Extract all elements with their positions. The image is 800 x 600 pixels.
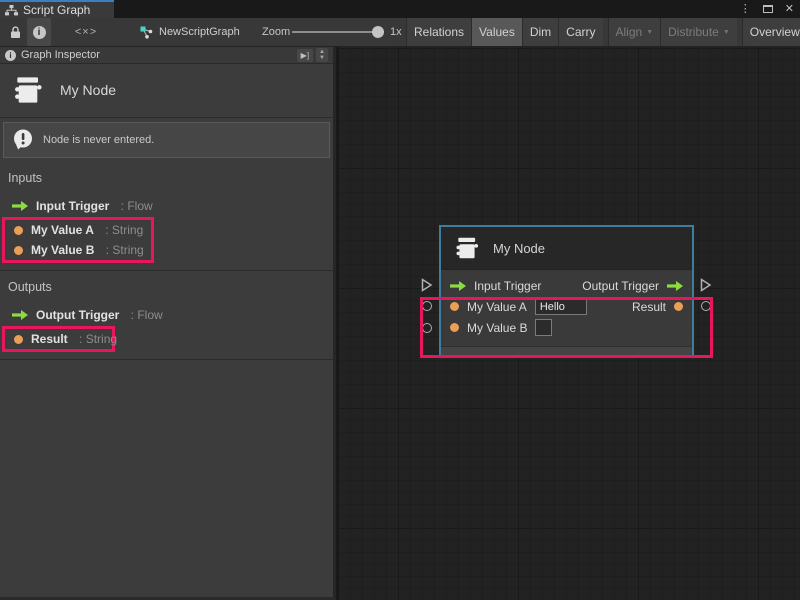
- lock-button[interactable]: [6, 18, 24, 46]
- value-port-icon: [450, 323, 459, 332]
- scroll-spinner[interactable]: ▲ ▼: [316, 48, 328, 62]
- graph-asset-breadcrumb[interactable]: NewScriptGraph: [140, 18, 240, 46]
- value-b-port[interactable]: [422, 323, 432, 333]
- dock-panel-icon[interactable]: ▶]: [297, 49, 313, 62]
- my-node[interactable]: My Node Input Trigger Output Trigger: [439, 225, 694, 357]
- graph-asset-name: NewScriptGraph: [159, 26, 240, 38]
- input-trigger-label: Input Trigger: [474, 279, 541, 293]
- port-row-input-trigger: Input Trigger : Flow: [0, 196, 333, 216]
- info-toggle-button[interactable]: i: [27, 18, 51, 46]
- graph-canvas[interactable]: My Node Input Trigger Output Trigger: [339, 47, 800, 600]
- value-port-icon: [14, 246, 23, 255]
- tab-label: Script Graph: [23, 3, 90, 17]
- chevron-down-icon: ▼: [723, 29, 730, 36]
- info-icon: i: [5, 50, 16, 61]
- node-body: Input Trigger Output Trigger My Value A …: [441, 270, 692, 346]
- window-controls: ⋮ ✕: [740, 0, 794, 18]
- warning-banner: Node is never entered.: [3, 122, 330, 158]
- zoom-slider-handle[interactable]: [372, 26, 384, 38]
- inputs-heading: Inputs: [0, 162, 333, 188]
- toggle-dim[interactable]: Dim: [522, 18, 558, 46]
- graph-inspector-panel: i Graph Inspector ▶] ▲ ▼ My Node: [0, 47, 336, 600]
- value-a-label: My Value A: [467, 300, 527, 314]
- spinner-down-icon[interactable]: ▼: [319, 55, 325, 61]
- script-graph-window: Script Graph ⋮ ✕ i <×>: [0, 0, 800, 600]
- output-flow-port[interactable]: [700, 278, 712, 292]
- graph-hierarchy-icon: [5, 5, 18, 16]
- dropdown-distribute: Distribute ▼: [660, 18, 737, 46]
- kebab-menu-icon[interactable]: ⋮: [740, 4, 751, 15]
- result-port[interactable]: [701, 301, 711, 311]
- divider: [0, 359, 333, 360]
- flow-arrow-icon: [12, 201, 28, 211]
- value-b-input[interactable]: [535, 319, 552, 336]
- output-trigger-label: Output Trigger: [582, 279, 659, 293]
- tab-bar: Script Graph ⋮ ✕: [0, 0, 800, 18]
- port-row-my-value-b: My Value B : String: [5, 240, 151, 260]
- toolbar: i <×> NewScriptGraph Zoom 1x Relations V…: [0, 18, 800, 47]
- dropdown-align: Align ▼: [608, 18, 661, 46]
- zoom-label: Zoom: [262, 18, 290, 46]
- value-a-input[interactable]: [535, 298, 587, 315]
- port-row-my-value-a: My Value A : String: [5, 220, 151, 240]
- port-row-result: Result : String: [5, 329, 112, 349]
- code-view-button[interactable]: <×>: [70, 18, 102, 46]
- input-flow-port[interactable]: [421, 278, 433, 292]
- zoom-slider-track[interactable]: [292, 31, 384, 33]
- value-b-label: My Value B: [467, 321, 527, 335]
- value-port-icon: [14, 226, 23, 235]
- node-icon: [12, 74, 44, 106]
- tab-script-graph[interactable]: Script Graph: [0, 0, 114, 18]
- node-box[interactable]: My Node Input Trigger Output Trigger: [439, 225, 694, 357]
- value-port-icon: [14, 335, 23, 344]
- chevron-down-icon: ▼: [646, 29, 653, 36]
- script-graph-asset-icon: [140, 26, 153, 39]
- value-a-port[interactable]: [422, 301, 432, 311]
- flow-arrow-icon: [12, 310, 28, 320]
- toggle-values[interactable]: Values: [471, 18, 522, 46]
- info-icon: i: [33, 26, 46, 39]
- node-icon: [454, 235, 480, 261]
- port-row-output-trigger: Output Trigger : Flow: [0, 305, 333, 325]
- toggle-carry[interactable]: Carry: [558, 18, 602, 46]
- node-footer: [441, 346, 692, 355]
- result-label: Result: [632, 300, 666, 314]
- flow-arrow-icon: [450, 281, 466, 291]
- flow-arrow-icon: [667, 281, 683, 291]
- node-row-value-b: My Value B: [441, 317, 692, 338]
- value-port-icon: [450, 302, 459, 311]
- code-icon: <×>: [75, 26, 97, 38]
- toolbar-toggles: Relations Values Dim Carry Align ▼ Distr…: [406, 18, 800, 46]
- maximize-icon[interactable]: [763, 5, 773, 13]
- button-overview[interactable]: Overview: [742, 18, 800, 46]
- annotation-highlight-input-values: My Value A : String My Value B : String: [2, 217, 154, 263]
- value-port-icon: [674, 302, 683, 311]
- node-header[interactable]: My Node: [441, 227, 692, 270]
- lock-icon: [10, 26, 21, 39]
- inspected-node-header: My Node: [0, 64, 333, 118]
- inspector-title: Graph Inspector: [21, 49, 100, 61]
- outputs-heading: Outputs: [0, 271, 333, 297]
- close-icon[interactable]: ✕: [785, 4, 794, 15]
- warning-text: Node is never entered.: [43, 134, 154, 146]
- node-title: My Node: [493, 241, 545, 256]
- warning-bubble-icon: [12, 129, 34, 151]
- node-row-triggers: Input Trigger Output Trigger: [441, 275, 692, 296]
- zoom-value: 1x: [390, 18, 402, 46]
- node-row-value-a: My Value A Result: [441, 296, 692, 317]
- toggle-relations[interactable]: Relations: [406, 18, 471, 46]
- inspected-node-title: My Node: [60, 82, 116, 98]
- inspector-header: i Graph Inspector ▶] ▲ ▼: [0, 47, 333, 64]
- annotation-highlight-result: Result : String: [2, 326, 115, 352]
